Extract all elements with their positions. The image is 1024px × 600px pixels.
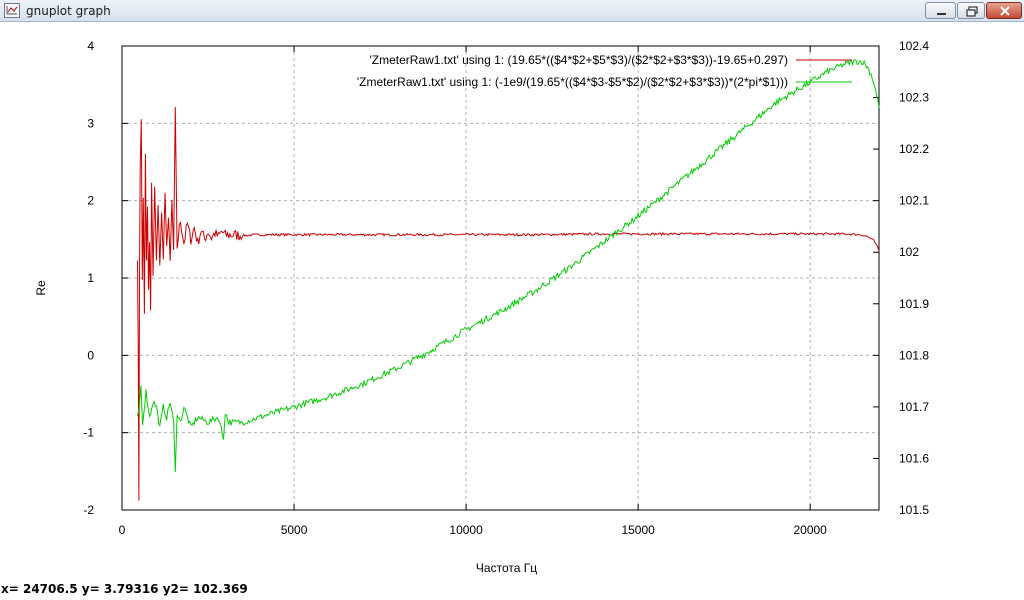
minimize-button[interactable] [925, 2, 956, 19]
close-icon [1000, 6, 1010, 16]
grid-lines [122, 46, 879, 510]
x-tick-label: 10000 [449, 523, 483, 537]
y2-tick-label: 102 [899, 245, 919, 259]
close-button[interactable] [986, 2, 1022, 19]
series-lines [137, 58, 880, 501]
y2-tick-labels: 101.5 101.6 101.7 101.8 101.9 102 102.1 102.2 10… [899, 39, 929, 517]
y-tick-labels: -2 -1 0 1 2 3 4 [83, 39, 94, 517]
x-tick-label: 5000 [281, 523, 308, 537]
y2-tick-label: 102.1 [899, 194, 929, 208]
legend: 'ZmeterRaw1.txt' using 1: (19.65*(($4*$2… [357, 53, 852, 89]
title-bar: gnuplot graph [0, 0, 1024, 22]
y-tick-label: 2 [87, 194, 94, 208]
y2-tick-label: 101.6 [899, 451, 929, 465]
y2-tick-label: 101.7 [899, 400, 929, 414]
y2-tick-label: 101.5 [899, 503, 929, 517]
gnuplot-app-icon[interactable] [4, 3, 20, 18]
x-tick-label: 0 [119, 523, 126, 537]
x-axis-label: Частота Гц [476, 561, 537, 575]
x-tick-label: 20000 [793, 523, 827, 537]
x-tick-label: 15000 [621, 523, 655, 537]
y2-tick-label: 101.9 [899, 297, 929, 311]
restore-icon [966, 6, 978, 17]
plot-area[interactable]: 0 5000 10000 15000 20000 -2-101234 101.5101.… [0, 22, 1024, 580]
y2-tick-label: 101.8 [899, 348, 929, 362]
series-line-1 [137, 106, 880, 501]
legend-label-series-2: 'ZmeterRaw1.txt' using 1: (-1e9/(19.65*(… [357, 75, 788, 89]
y2-tick-label: 102.2 [899, 142, 929, 156]
y-tick-label: 4 [87, 39, 94, 53]
y-tick-label: -1 [83, 426, 94, 440]
y-tick-label: 3 [87, 116, 94, 130]
y-axis-label: Re [34, 280, 48, 296]
minimize-icon [937, 13, 946, 15]
legend-label-series-1: 'ZmeterRaw1.txt' using 1: (19.65*(($4*$2… [369, 53, 788, 67]
y2-tick-label: 102.4 [899, 39, 929, 53]
y-tick-label: -2 [83, 503, 94, 517]
series-line-2 [137, 58, 880, 473]
status-bar: x= 24706.5 y= 3.79316 y2= 102.369 [0, 580, 1024, 600]
restore-button[interactable] [957, 2, 985, 19]
window-title: gnuplot graph [26, 4, 111, 18]
y-tick-label: 0 [87, 348, 94, 362]
x-tick-labels: 0 5000 10000 15000 20000 [119, 523, 828, 537]
y2-tick-label: 102.3 [899, 91, 929, 105]
cursor-coordinates: x= 24706.5 y= 3.79316 y2= 102.369 [1, 582, 248, 596]
y-tick-label: 1 [87, 271, 94, 285]
